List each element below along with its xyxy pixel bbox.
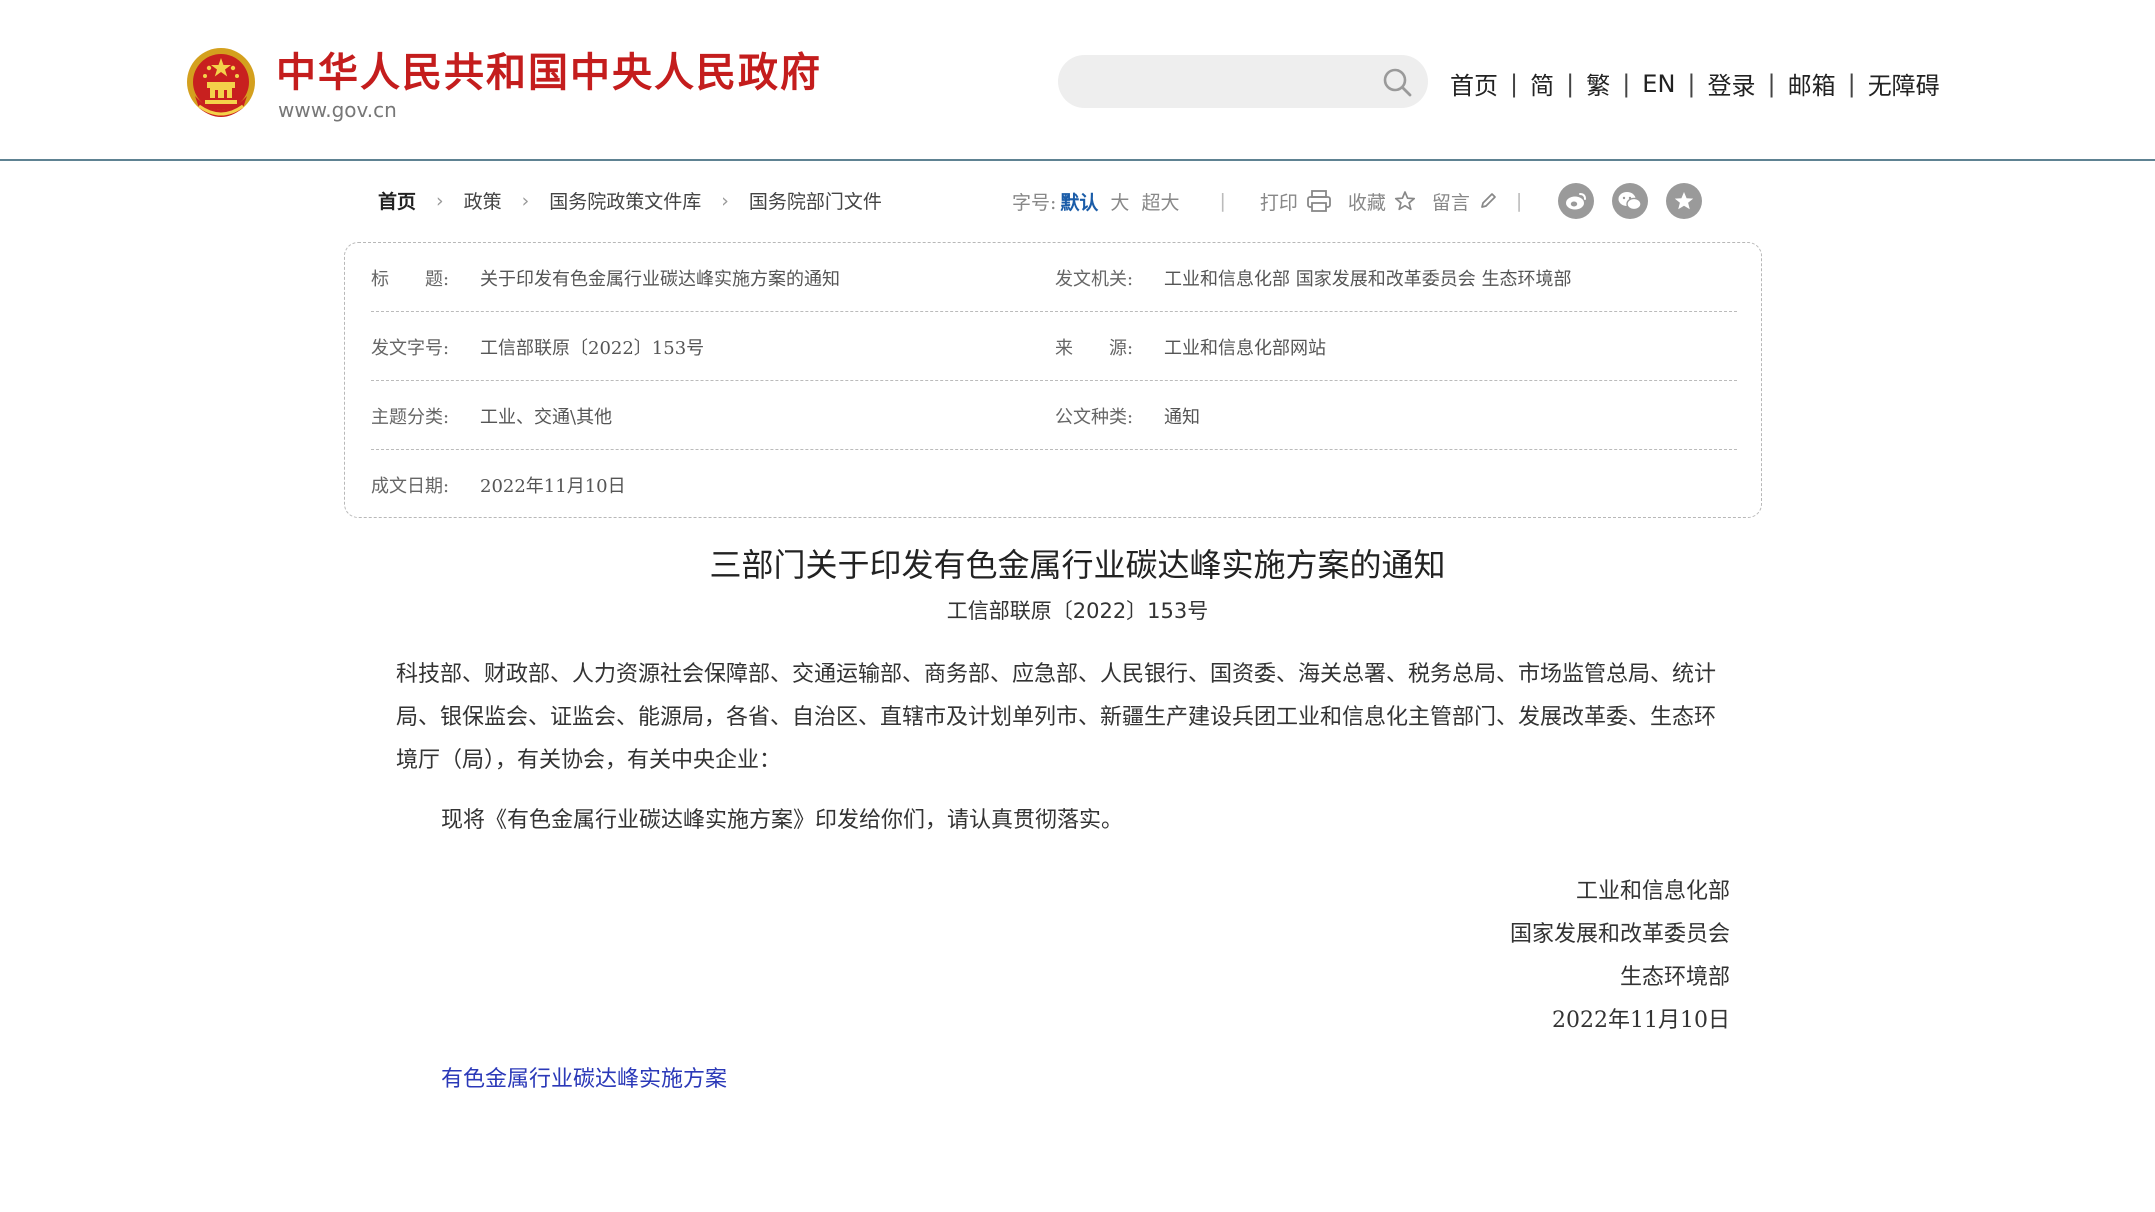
nav-separator: | xyxy=(1847,69,1856,98)
signature-line: 生态环境部 xyxy=(1619,965,1730,990)
article-body-paragraph: 现将《有色金属行业碳达峰实施方案》印发给你们，请认真贯彻落实。 xyxy=(441,808,1124,833)
breadcrumb-home[interactable]: 首页 xyxy=(378,187,416,214)
info-value: 工业和信息化部网站 xyxy=(1164,337,1326,359)
comment-button[interactable]: 留言 xyxy=(1432,188,1498,215)
comment-label: 留言 xyxy=(1431,191,1470,214)
breadcrumb-policy-library[interactable]: 国务院政策文件库 xyxy=(549,187,701,214)
font-size-large[interactable]: 大 xyxy=(1110,188,1129,215)
breadcrumb: 首页 › 政策 › 国务院政策文件库 › 国务院部门文件 xyxy=(378,187,882,214)
nav-separator: | xyxy=(1622,69,1631,98)
chevron-right-icon: › xyxy=(721,189,729,212)
info-row: 主题分类: 工业、交通\其他 公文种类: 通知 xyxy=(371,381,1737,450)
print-button[interactable]: 打印 xyxy=(1260,188,1332,215)
font-size-label: 字号: xyxy=(1012,191,1057,214)
info-value: 2022年11月10日 xyxy=(480,475,626,497)
info-row: 标 题: 关于印发有色金属行业碳达峰实施方案的通知 发文机关: 工业和信息化部 … xyxy=(371,243,1737,312)
toolbar-divider: | xyxy=(1515,190,1523,212)
info-doctype: 公文种类: 通知 xyxy=(1055,381,1200,450)
info-value: 工业和信息化部 国家发展和改革委员会 生态环境部 xyxy=(1164,268,1572,290)
info-value: 工信部联原〔2022〕153号 xyxy=(480,337,705,359)
info-value: 通知 xyxy=(1164,406,1200,428)
favorites-share-icon[interactable] xyxy=(1666,183,1703,219)
search-input[interactable] xyxy=(1076,63,1370,102)
info-source: 来 源: 工业和信息化部网站 xyxy=(1055,312,1326,381)
signature-date: 2022年11月10日 xyxy=(1552,1008,1730,1033)
info-key: 来 源: xyxy=(1055,337,1134,359)
share-group xyxy=(1558,183,1720,219)
search-icon[interactable] xyxy=(1382,67,1412,97)
nav-accessibility[interactable]: 无障碍 xyxy=(1868,66,1940,101)
national-emblem-icon[interactable] xyxy=(185,46,257,122)
search-box xyxy=(1058,55,1428,108)
nav-english[interactable]: EN xyxy=(1642,70,1675,98)
info-key: 发文字号: xyxy=(371,337,450,359)
chevron-right-icon: › xyxy=(436,189,444,212)
info-title: 标 题: 关于印发有色金属行业碳达峰实施方案的通知 xyxy=(371,243,840,312)
printer-icon xyxy=(1306,190,1331,212)
info-row: 成文日期: 2022年11月10日 xyxy=(371,450,1737,519)
site-header: 中华人民共和国中央人民政府 www.gov.cn 首页 | 简 | 繁 | EN… xyxy=(0,0,2155,161)
favorite-button[interactable]: 收藏 xyxy=(1348,188,1416,215)
info-value: 关于印发有色金属行业碳达峰实施方案的通知 xyxy=(480,268,840,290)
document-info-box: 标 题: 关于印发有色金属行业碳达峰实施方案的通知 发文机关: 工业和信息化部 … xyxy=(344,242,1762,518)
favorite-label: 收藏 xyxy=(1347,191,1386,214)
nav-mailbox[interactable]: 邮箱 xyxy=(1788,66,1836,101)
nav-separator: | xyxy=(1566,69,1575,98)
info-date: 成文日期: 2022年11月10日 xyxy=(371,450,626,519)
toolbar-divider: | xyxy=(1219,190,1226,212)
weibo-share-icon[interactable] xyxy=(1558,183,1595,219)
print-label: 打印 xyxy=(1259,191,1298,214)
signature-line: 国家发展和改革委员会 xyxy=(1509,922,1730,947)
info-row: 发文字号: 工信部联原〔2022〕153号 来 源: 工业和信息化部网站 xyxy=(371,312,1737,381)
wechat-share-icon[interactable] xyxy=(1612,183,1649,219)
site-title[interactable]: 中华人民共和国中央人民政府 xyxy=(276,40,822,98)
info-key: 发文机关: xyxy=(1055,268,1134,290)
pencil-icon xyxy=(1481,193,1496,208)
nav-separator: | xyxy=(1767,69,1776,98)
nav-traditional[interactable]: 繁 xyxy=(1586,66,1610,101)
nav-separator: | xyxy=(1510,69,1519,98)
site-url: www.gov.cn xyxy=(278,98,397,122)
info-docno: 发文字号: 工信部联原〔2022〕153号 xyxy=(371,312,704,381)
info-key: 标 题: xyxy=(371,268,450,290)
signature-block: 工业和信息化部 国家发展和改革委员会 生态环境部 2022年11月10日 xyxy=(1510,870,1730,1042)
breadcrumb-department-docs[interactable]: 国务院部门文件 xyxy=(749,187,882,214)
signature-line: 工业和信息化部 xyxy=(1575,879,1730,904)
font-size-xlarge[interactable]: 超大 xyxy=(1141,188,1179,215)
attachment-link[interactable]: 有色金属行业碳达峰实施方案 xyxy=(441,1061,727,1093)
nav-home[interactable]: 首页 xyxy=(1450,66,1498,101)
font-size-default[interactable]: 默认 xyxy=(1060,188,1098,215)
nav-login[interactable]: 登录 xyxy=(1708,66,1756,101)
chevron-right-icon: › xyxy=(521,189,530,212)
nav-separator: | xyxy=(1687,69,1696,98)
info-key: 公文种类: xyxy=(1055,406,1134,428)
nav-simplified[interactable]: 简 xyxy=(1530,66,1554,101)
article-title: 三部门关于印发有色金属行业碳达峰实施方案的通知 xyxy=(709,546,1446,584)
info-category: 主题分类: 工业、交通\其他 xyxy=(371,381,612,450)
star-icon xyxy=(1394,191,1415,211)
info-issuer: 发文机关: 工业和信息化部 国家发展和改革委员会 生态环境部 xyxy=(1055,243,1571,312)
top-nav: 首页 | 简 | 繁 | EN | 登录 | 邮箱 | 无障碍 xyxy=(1450,66,1940,101)
breadcrumb-policy[interactable]: 政策 xyxy=(464,187,502,214)
article-doc-number: 工信部联原〔2022〕153号 xyxy=(946,599,1209,623)
article-toolbar: 字号: 默认 大 超大 | 打印 收藏 留言 | xyxy=(1012,183,1720,219)
article-recipients: 科技部、财政部、人力资源社会保障部、交通运输部、商务部、应急部、人民银行、国资委… xyxy=(396,662,1717,773)
info-key: 主题分类: xyxy=(371,406,450,428)
info-key: 成文日期: xyxy=(371,475,450,497)
info-value: 工业、交通\其他 xyxy=(480,406,613,428)
